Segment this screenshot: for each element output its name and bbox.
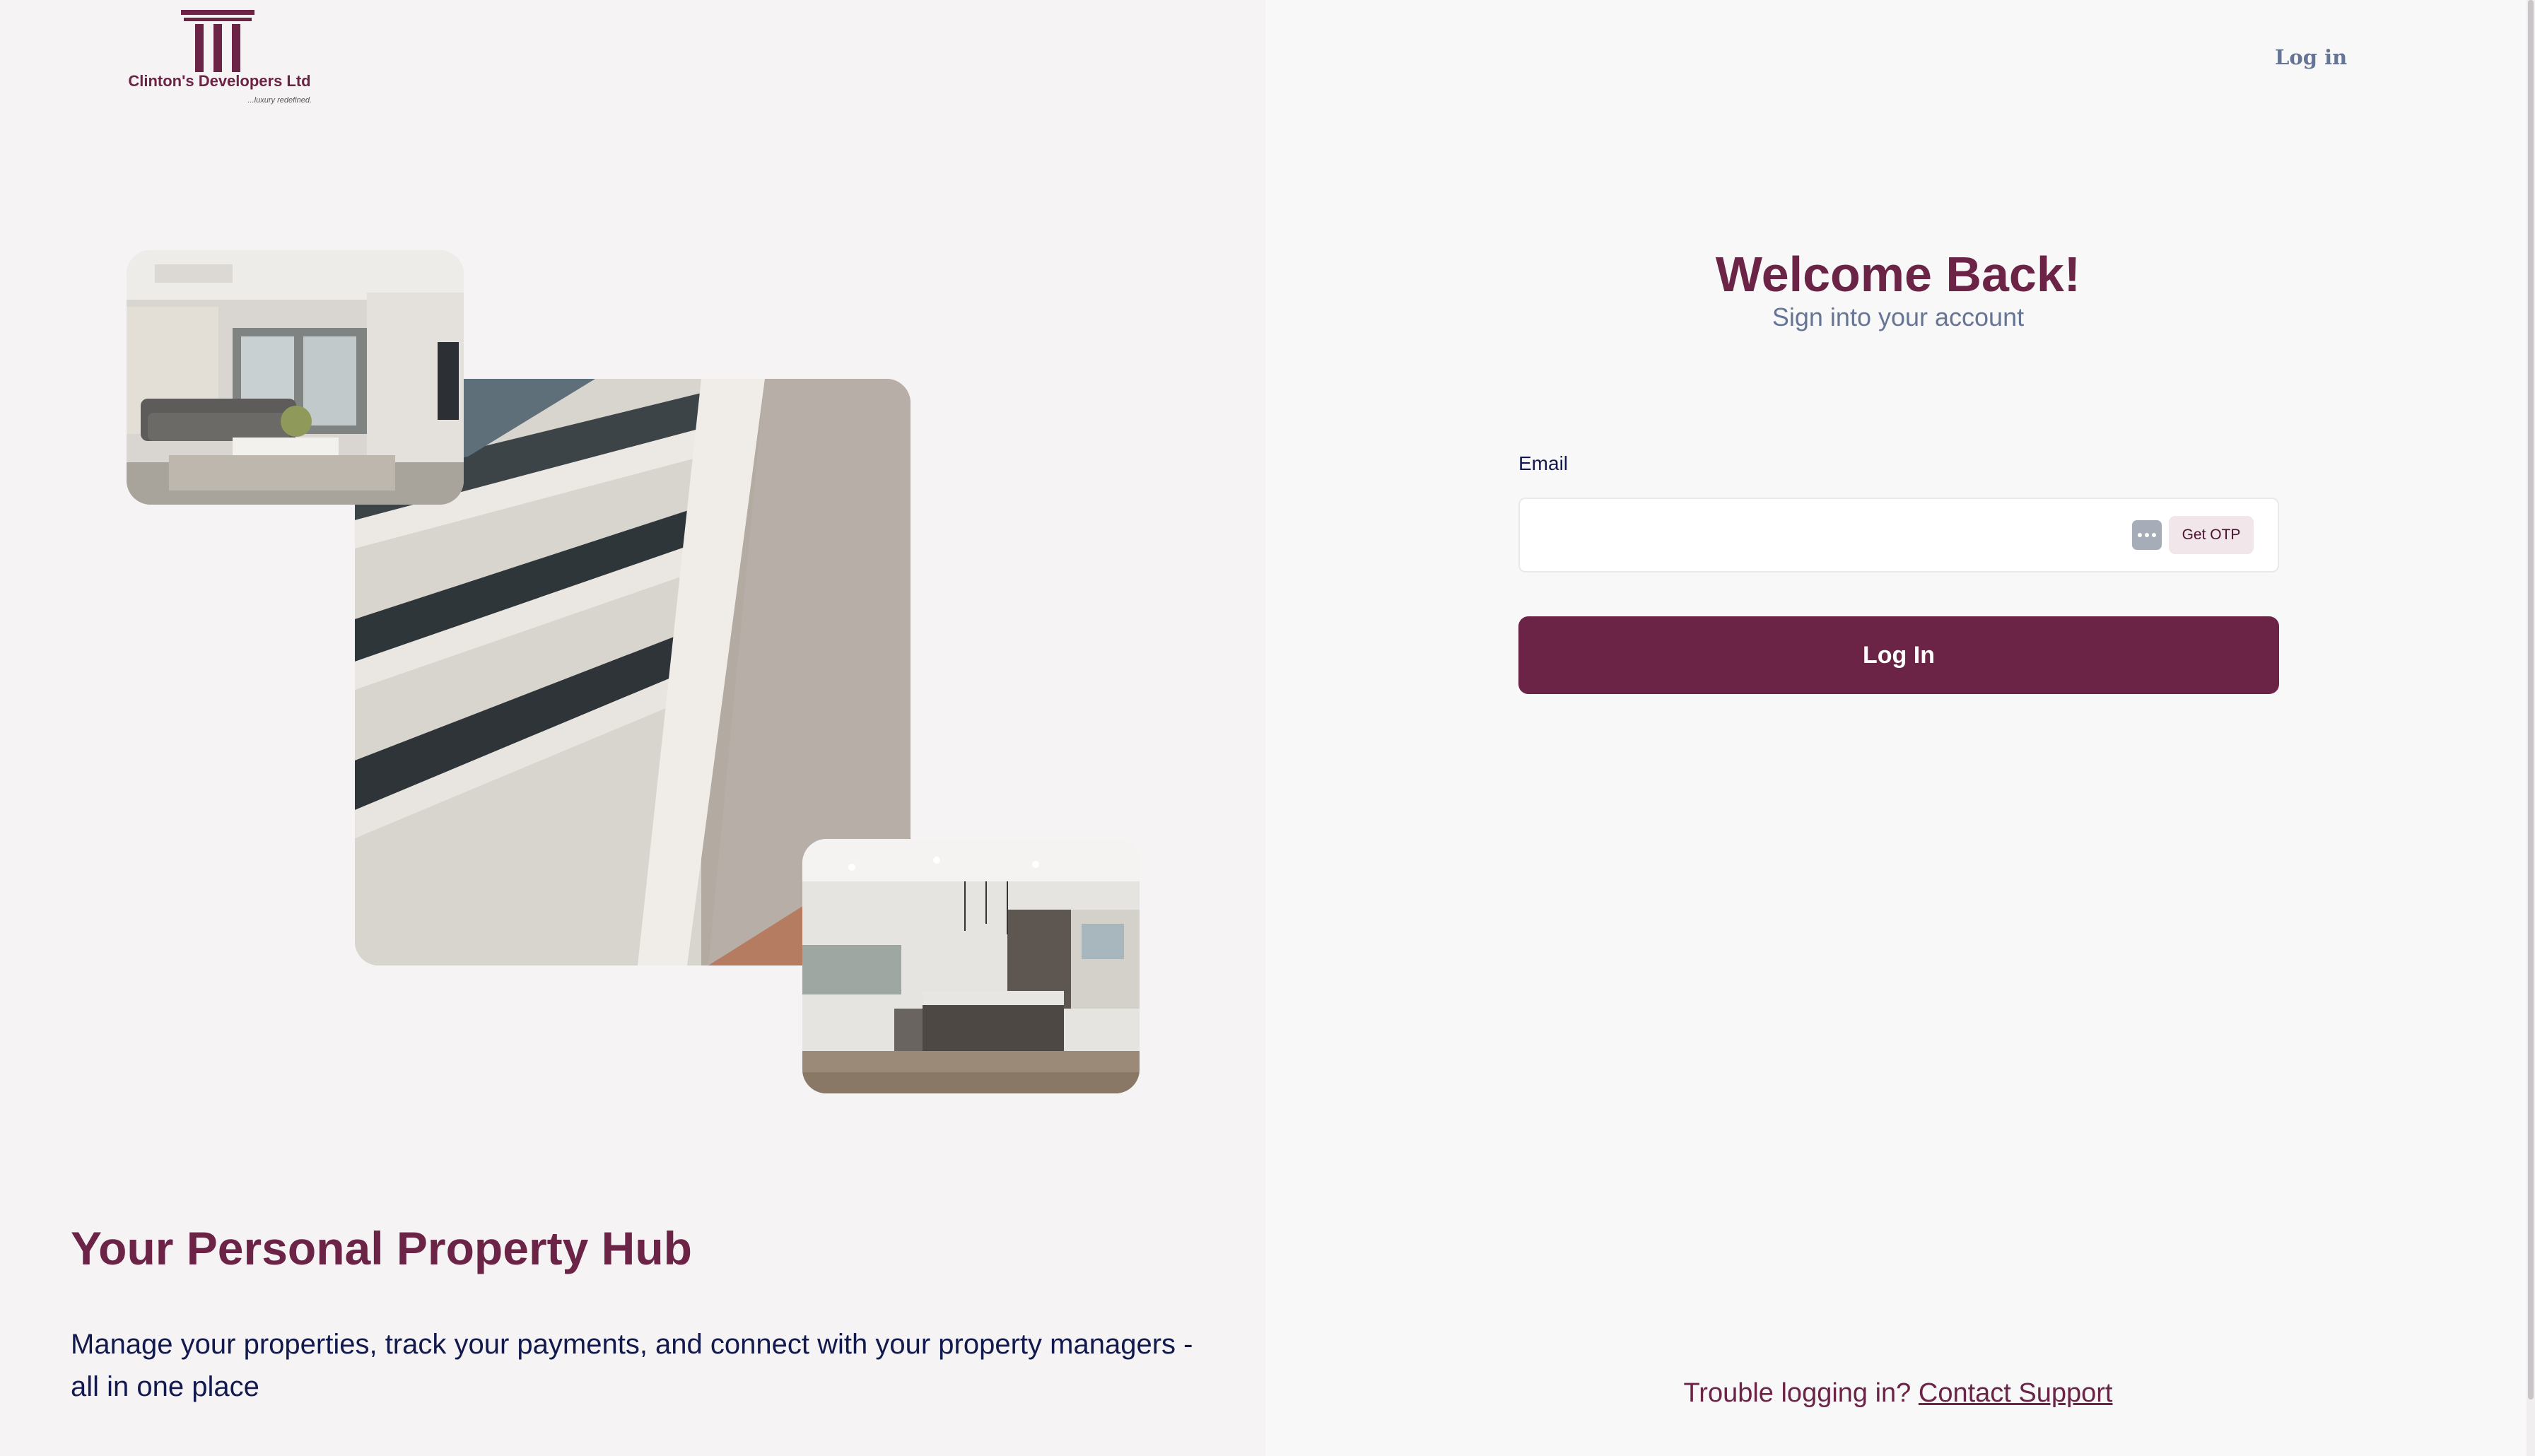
- pillars-logo-icon: [181, 10, 254, 72]
- email-field[interactable]: [1531, 513, 2111, 557]
- email-field-container: Get OTP: [1518, 498, 2279, 573]
- sign-in-subtitle: Sign into your account: [1772, 303, 2025, 331]
- living-room-photo: [127, 250, 464, 505]
- support-prompt-text: Trouble logging in?: [1683, 1378, 1912, 1408]
- contact-support-link[interactable]: Contact Support: [1919, 1378, 2113, 1408]
- scrollbar[interactable]: [2527, 0, 2535, 1456]
- get-otp-button[interactable]: Get OTP: [2169, 516, 2254, 554]
- hero-title: Your Personal Property Hub: [71, 1222, 692, 1274]
- password-manager-icon[interactable]: [2132, 520, 2162, 550]
- brand-name: Clinton's Developers Ltd: [128, 72, 311, 90]
- scrollbar-thumb[interactable]: [2528, 0, 2534, 1399]
- promo-panel: Clinton's Developers Ltd ...luxury redef…: [0, 0, 1265, 1456]
- email-label: Email: [1518, 452, 1569, 474]
- support-prompt: Trouble logging in? Contact Support: [1265, 1378, 2531, 1409]
- login-panel: Log in Welcome Back! Sign into your acco…: [1265, 0, 2535, 1456]
- welcome-heading: Welcome Back!: [1715, 247, 2081, 302]
- login-submit-button[interactable]: Log In: [1518, 616, 2279, 694]
- brand-logo[interactable]: Clinton's Developers Ltd ...luxury redef…: [126, 10, 313, 109]
- hero-description: Manage your properties, track your payme…: [71, 1329, 1193, 1402]
- login-page: Clinton's Developers Ltd ...luxury redef…: [0, 0, 2535, 1456]
- nav-login-link[interactable]: Log in: [2275, 45, 2347, 69]
- kitchen-photo: [802, 839, 1140, 1093]
- brand-tagline: ...luxury redefined.: [247, 96, 312, 105]
